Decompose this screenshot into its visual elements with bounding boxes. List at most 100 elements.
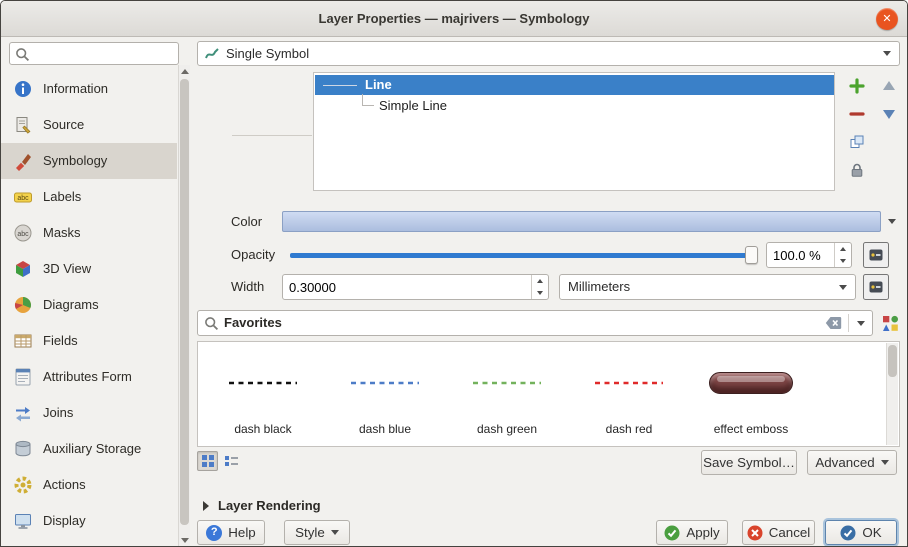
tree-row-simple-line[interactable]: Simple Line	[315, 96, 834, 115]
close-button[interactable]: ✕	[876, 8, 898, 30]
chevron-down-icon	[881, 460, 889, 465]
save-symbol-button[interactable]: Save Symbol…	[701, 450, 797, 475]
dash-line-preview	[227, 379, 299, 387]
sidebar-item-source[interactable]: Source	[1, 107, 177, 143]
symbol-type-combo[interactable]: Single Symbol	[197, 41, 900, 66]
collapse-arrow-icon[interactable]	[203, 501, 209, 511]
sidebar-item-attributes-form[interactable]: Attributes Form	[1, 359, 177, 395]
arrow-down-icon	[881, 106, 897, 122]
spin-down-icon[interactable]	[835, 255, 851, 267]
sidebar-item-masks[interactable]: abc Masks	[1, 215, 177, 251]
spin-down-icon[interactable]	[532, 287, 548, 299]
preset-effect-emboss[interactable]: effect emboss	[692, 344, 810, 444]
emboss-line-preview	[709, 372, 793, 394]
advanced-button[interactable]: Advanced	[807, 450, 897, 475]
color-label: Color	[231, 211, 262, 233]
sidebar-item-symbology[interactable]: Symbology	[1, 143, 177, 179]
width-data-defined-button[interactable]	[863, 274, 889, 300]
tree-row-line[interactable]: Line	[315, 75, 834, 95]
minus-icon	[849, 106, 865, 122]
opacity-slider-track[interactable]	[290, 253, 758, 258]
preset-dash-blue[interactable]: dash blue	[326, 344, 444, 444]
color-dropdown-button[interactable]	[883, 211, 900, 232]
title-bar: Layer Properties — majrivers — Symbology…	[1, 1, 907, 37]
style-manager-button[interactable]	[878, 310, 902, 336]
chevron-down-icon[interactable]	[857, 321, 865, 326]
clear-icon[interactable]	[825, 316, 842, 330]
source-icon	[13, 115, 33, 135]
sidebar-search	[9, 42, 179, 65]
chevron-down-icon	[888, 219, 896, 224]
sidebar-item-3d-view[interactable]: 3D View	[1, 251, 177, 287]
duplicate-symbol-layer-button[interactable]	[846, 131, 868, 153]
opacity-label: Opacity	[231, 244, 275, 266]
tree-branch	[323, 85, 357, 86]
preview-scrollbar-thumb[interactable]	[888, 345, 897, 377]
opacity-slider-handle[interactable]	[745, 246, 758, 264]
opacity-slider[interactable]	[290, 243, 758, 267]
apply-button[interactable]: Apply	[656, 520, 728, 545]
remove-symbol-layer-button[interactable]	[846, 103, 868, 125]
move-down-button[interactable]	[878, 103, 900, 125]
sidebar-item-joins[interactable]: Joins	[1, 395, 177, 431]
opacity-input[interactable]	[767, 243, 833, 267]
ok-button[interactable]: OK	[825, 520, 897, 545]
labels-icon: abc	[13, 187, 33, 207]
list-view-toggle[interactable]	[221, 451, 242, 471]
search-icon	[15, 47, 30, 62]
diagrams-icon	[13, 295, 33, 315]
opacity-data-defined-button[interactable]	[863, 242, 889, 268]
preset-dash-red[interactable]: dash red	[570, 344, 688, 444]
layer-rendering-section[interactable]: Layer Rendering	[218, 498, 321, 513]
move-up-button[interactable]	[878, 75, 900, 97]
color-swatch[interactable]	[282, 211, 881, 232]
attributes-form-icon	[13, 367, 33, 387]
icon-view-icon	[202, 455, 214, 467]
sidebar-item-fields[interactable]: Fields	[1, 323, 177, 359]
sidebar-scrollbar[interactable]	[178, 65, 190, 547]
panel-divider	[232, 135, 312, 136]
preview-scrollbar[interactable]	[886, 343, 898, 445]
width-unit-combo[interactable]: Millimeters	[559, 274, 856, 300]
icon-view-toggle[interactable]	[197, 451, 218, 471]
information-icon	[13, 79, 33, 99]
opacity-spinbox	[766, 242, 852, 268]
search-icon	[204, 316, 219, 331]
style-button[interactable]: Style	[284, 520, 350, 545]
lock-color-button[interactable]	[846, 159, 868, 181]
fields-icon	[13, 331, 33, 351]
sidebar-item-labels[interactable]: abc Labels	[1, 179, 177, 215]
display-icon	[13, 511, 33, 531]
duplicate-icon	[849, 134, 865, 150]
sidebar-scrollbar-thumb[interactable]	[180, 79, 189, 525]
sidebar-item-display[interactable]: Display	[1, 503, 177, 539]
sidebar-item-auxiliary-storage[interactable]: Auxiliary Storage	[1, 431, 177, 467]
chevron-down-icon	[883, 51, 891, 56]
single-symbol-icon	[204, 46, 220, 62]
masks-icon: abc	[13, 223, 33, 243]
window-title: Layer Properties — majrivers — Symbology	[1, 1, 907, 37]
symbol-layer-tree: Line Simple Line	[313, 72, 835, 191]
help-button[interactable]: ? Help	[197, 520, 265, 545]
sidebar-item-actions[interactable]: Actions	[1, 467, 177, 503]
cancel-button[interactable]: Cancel	[742, 520, 815, 545]
data-defined-override-icon	[868, 247, 884, 263]
svg-text:abc: abc	[17, 195, 29, 202]
width-input[interactable]	[283, 275, 530, 299]
spin-up-icon[interactable]	[835, 243, 851, 255]
actions-icon	[13, 475, 33, 495]
chevron-down-icon	[839, 285, 847, 290]
style-manager-icon	[882, 315, 899, 332]
scroll-down-icon[interactable]	[181, 538, 189, 543]
preset-dash-black[interactable]: dash black	[204, 344, 322, 444]
symbol-type-value: Single Symbol	[226, 42, 309, 65]
spin-up-icon[interactable]	[532, 275, 548, 287]
sidebar-search-input[interactable]	[32, 43, 176, 64]
dash-line-preview	[593, 379, 665, 387]
scroll-up-icon[interactable]	[181, 69, 189, 74]
preset-dash-green[interactable]: dash green	[448, 344, 566, 444]
add-symbol-layer-button[interactable]	[846, 75, 868, 97]
symbol-filter-bar[interactable]: Favorites	[197, 310, 873, 336]
sidebar-item-diagrams[interactable]: Diagrams	[1, 287, 177, 323]
sidebar-item-information[interactable]: Information	[1, 71, 177, 107]
